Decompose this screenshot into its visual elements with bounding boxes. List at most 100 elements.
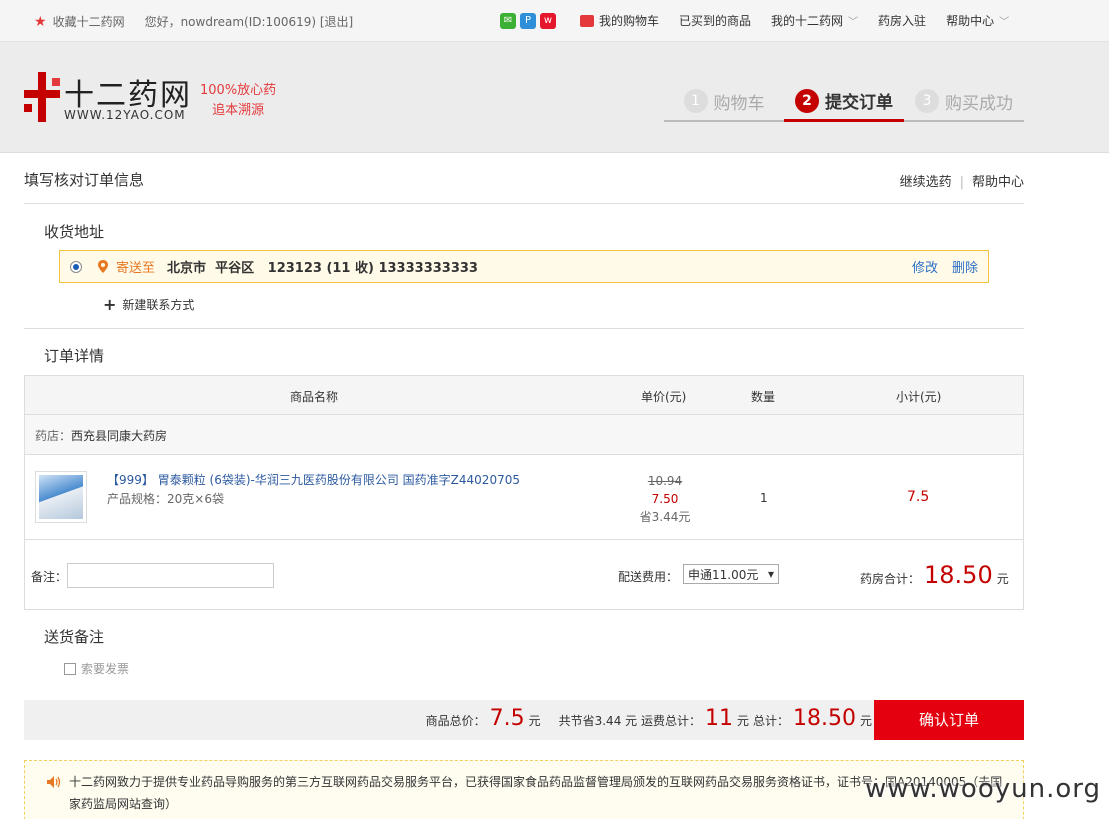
address-heading: 收货地址 <box>44 223 105 241</box>
location-pin-icon <box>98 260 108 273</box>
bought-items-link[interactable]: 已买到的商品 <box>679 12 751 29</box>
delivery-heading: 送货备注 <box>44 628 105 646</box>
sale-price: 7.50 <box>651 492 679 506</box>
my-cart-link[interactable]: 我的购物车 <box>580 12 659 29</box>
saved-amount: 省3.44元 <box>639 510 691 524</box>
slogan-line-1: 100%放心药 <box>200 83 277 98</box>
table-row: 【999】 胃泰颗粒 (6袋装)-华润三九医药股份有限公司 国药准字Z44020… <box>25 455 1023 540</box>
social-icons: ✉ P w <box>500 12 556 29</box>
divider <box>24 328 1024 329</box>
new-contact-label: 新建联系方式 <box>122 298 195 312</box>
logo-icon[interactable] <box>24 72 60 122</box>
shipping-option: 申通11.00元 <box>688 567 759 582</box>
product-name-link[interactable]: 【999】 胃泰颗粒 (6袋装)-华润三九医药股份有限公司 国药准字Z44020… <box>107 471 520 488</box>
col-subtotal: 小计(元) <box>896 390 942 404</box>
store-row: 药店：西充县同康大药房 <box>25 415 1023 455</box>
order-table: 商品名称 单价(元) 数量 小计(元) 药店：西充县同康大药房 【999】 胃泰… <box>24 375 1024 610</box>
invoice-checkbox[interactable]: 索要发票 <box>64 660 129 677</box>
order-table-header: 商品名称 单价(元) 数量 小计(元) <box>25 376 1023 415</box>
order-heading: 订单详情 <box>44 347 105 365</box>
speaker-icon <box>47 776 61 788</box>
shipping-select[interactable]: 申通11.00元 ▾ <box>683 564 779 584</box>
store-total-value: 18.50 <box>924 561 993 589</box>
step-number: 2 <box>795 88 819 113</box>
remark-label: 备注： <box>31 570 68 584</box>
checkbox[interactable] <box>64 662 76 675</box>
confirm-order-button[interactable]: 确认订单 <box>874 700 1024 740</box>
order-footer-row: 备注： 配送费用： 申通11.00元 ▾ 药房合计： 18.50 元 <box>25 540 1023 610</box>
grand-total-label: 总计： <box>752 714 789 728</box>
watermark: www.wooyun.org <box>864 774 1101 804</box>
checkout-steps: 1 购物车 2 提交订单 3 购买成功 <box>664 82 1024 122</box>
help-link[interactable]: 帮助中心 <box>972 175 1024 190</box>
my-account-menu[interactable]: 我的十二药网 ﹀ <box>771 12 858 29</box>
site-header: 十二药网 WWW.12YAO.COM 100%放心药 追本溯源 1 购物车 2 提交… <box>0 42 1109 153</box>
col-unit-price: 单价(元) <box>641 390 687 404</box>
step-label: 提交订单 <box>825 93 893 113</box>
favorite-link[interactable]: ★ 收藏十二药网 <box>34 13 125 30</box>
step-label: 购物车 <box>713 93 765 114</box>
shipping-total-value: 11 <box>704 706 733 731</box>
store-total: 药房合计： 18.50 元 <box>860 561 1009 589</box>
step-number: 1 <box>683 89 708 113</box>
goods-total-value: 7.5 <box>489 706 525 731</box>
delete-address-link[interactable]: 删除 <box>952 257 978 276</box>
chevron-down-icon: ﹀ <box>999 17 1010 28</box>
unit-label: 元 <box>859 714 872 728</box>
address-card[interactable]: 寄送至 北京市 平谷区 123123 (11 收) 13333333333 修改… <box>59 250 989 283</box>
col-quantity: 数量 <box>751 390 776 404</box>
store-total-unit: 元 <box>996 572 1009 586</box>
divider <box>24 203 1024 204</box>
goods-total-label: 商品总价： <box>425 714 486 728</box>
user-greeting[interactable]: 您好，nowdream(ID:100619) [退出] <box>145 13 354 30</box>
slogan: 100%放心药 追本溯源 <box>200 81 276 121</box>
store-total-label: 药房合计： <box>860 572 921 586</box>
top-bar-right: ✉ P w 我的购物车 已买到的商品 我的十二药网 ﹀ 药房入驻 帮助中心 ﹀ <box>500 12 1029 29</box>
product-image[interactable] <box>35 471 87 523</box>
caret-down-icon: ▾ <box>767 567 774 581</box>
qzone-icon[interactable]: P <box>520 12 536 29</box>
unit-label: 元 <box>736 714 749 728</box>
send-to-label: 寄送至 <box>116 261 156 276</box>
store-label: 药店： <box>35 429 72 443</box>
step-label: 购买成功 <box>945 93 1013 114</box>
remark-input[interactable] <box>67 563 274 588</box>
star-icon: ★ <box>34 14 47 30</box>
new-contact-button[interactable]: + 新建联系方式 <box>103 295 194 314</box>
col-product-name: 商品名称 <box>290 390 339 404</box>
edit-address-link[interactable]: 修改 <box>912 257 938 276</box>
product-spec: 产品规格：20克×6袋 <box>107 492 224 506</box>
step-number: 3 <box>915 89 939 113</box>
plus-icon: + <box>103 295 117 314</box>
summary-line: 商品总价： 7.5 元 共节省3.44 元 运费总计： 11 元 总计： 18.… <box>426 706 872 731</box>
address-actions: 修改 删除 <box>912 257 978 276</box>
original-price: 10.94 <box>647 474 683 488</box>
cart-icon <box>580 14 594 27</box>
step-success: 3 购买成功 <box>904 82 1024 120</box>
continue-shopping-link[interactable]: 继续选药 <box>900 175 952 190</box>
weibo-icon[interactable]: w <box>540 12 556 29</box>
subtotal-value: 7.5 <box>907 489 930 505</box>
pharmacy-join-link[interactable]: 药房入驻 <box>878 12 926 29</box>
my-cart-label: 我的购物车 <box>599 14 660 28</box>
address-radio[interactable] <box>70 260 82 273</box>
favorite-label: 收藏十二药网 <box>52 15 125 29</box>
logo-url: WWW.12YAO.COM <box>64 108 186 122</box>
my-account-label: 我的十二药网 <box>771 14 844 28</box>
quantity-value: 1 <box>760 491 768 505</box>
saved-shipping-label: 共节省3.44 元 运费总计： <box>558 714 701 728</box>
page-links: 继续选药 | 帮助中心 <box>900 171 1024 190</box>
invoice-label: 索要发票 <box>81 662 130 676</box>
help-center-menu[interactable]: 帮助中心 ﹀ <box>946 12 1009 29</box>
grand-total-value: 18.50 <box>793 706 856 731</box>
help-center-label: 帮助中心 <box>946 14 995 28</box>
notice-text: 十二药网致力于提供专业药品导购服务的第三方互联网药品交易服务平台，已获得国家食品… <box>69 775 1003 811</box>
address-text: 北京市 平谷区 123123 (11 收) 13333333333 <box>167 261 478 276</box>
unit-price-cell: 10.94 7.50 省3.44元 <box>625 472 705 526</box>
divider: | <box>959 175 964 190</box>
store-name[interactable]: 西充县同康大药房 <box>71 429 167 443</box>
page-title: 填写核对订单信息 <box>24 171 145 189</box>
wechat-icon[interactable]: ✉ <box>500 12 516 29</box>
shipping-label: 配送费用： <box>618 570 679 584</box>
summary-bar: 商品总价： 7.5 元 共节省3.44 元 运费总计： 11 元 总计： 18.… <box>24 700 1024 740</box>
